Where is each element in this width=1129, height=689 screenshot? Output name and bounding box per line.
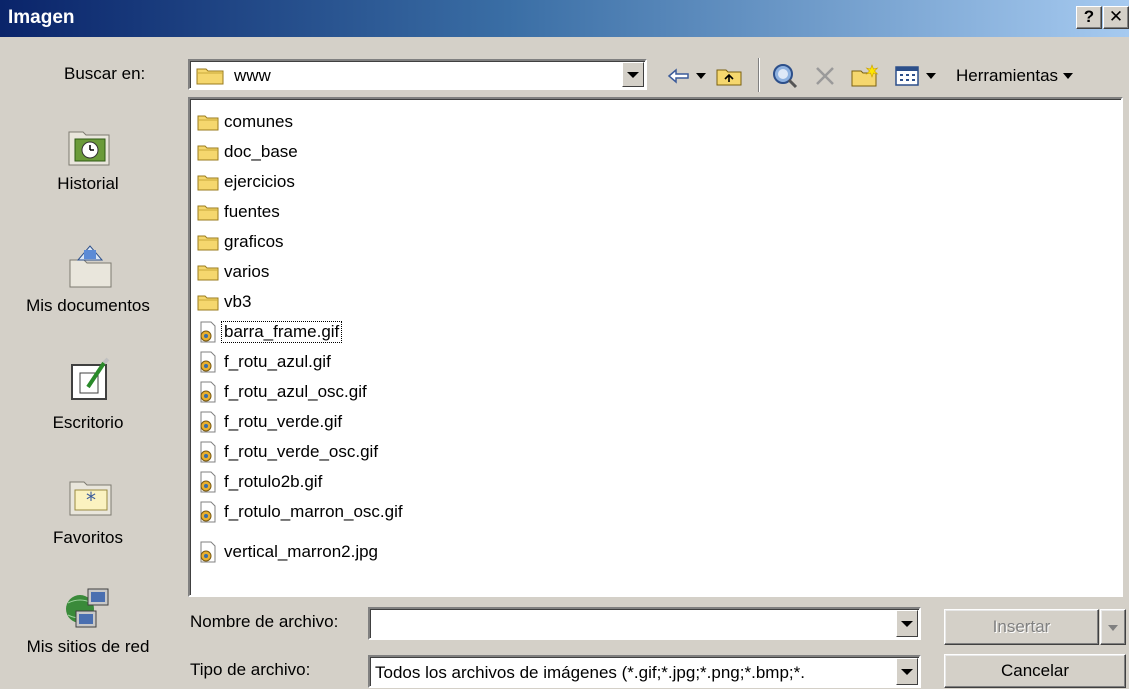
image-file-icon (197, 501, 219, 523)
list-item[interactable]: barra_frame.gif (197, 318, 343, 346)
desktop-icon (66, 355, 114, 410)
place-desktop[interactable]: Escritorio (4, 355, 172, 455)
place-network[interactable]: Mis sitios de red (4, 585, 172, 685)
folder-icon (197, 171, 219, 193)
folder-icon (197, 261, 219, 283)
image-file-icon (197, 411, 219, 433)
search-web-icon[interactable] (768, 60, 802, 92)
lookin-label: Buscar en: (64, 64, 146, 83)
list-item[interactable]: graficos (197, 228, 286, 256)
close-button[interactable]: ✕ (1103, 6, 1129, 29)
toolbar-separator (758, 58, 760, 92)
list-item[interactable]: vertical_marron2.jpg (197, 538, 380, 566)
file-list[interactable]: comunes doc_base ejercicios fuentes graf… (188, 97, 1123, 597)
views-icon[interactable] (890, 60, 924, 92)
folder-icon (197, 141, 219, 163)
place-my-documents-label: Mis documentos (26, 296, 150, 315)
list-item[interactable]: f_rotu_azul.gif (197, 348, 333, 376)
filename-dropdown-button[interactable] (896, 610, 918, 637)
svg-text:*: * (86, 488, 96, 512)
folder-icon (197, 291, 219, 313)
filetype-select[interactable]: Todos los archivos de imágenes (*.gif;*.… (368, 655, 921, 688)
lookin-combo[interactable]: www (188, 59, 647, 90)
folder-icon (197, 231, 219, 253)
back-icon[interactable] (662, 60, 696, 92)
list-item[interactable]: varios (197, 258, 271, 286)
views-dropdown-icon[interactable] (924, 60, 938, 92)
list-item[interactable]: comunes (197, 108, 295, 136)
list-item[interactable]: fuentes (197, 198, 282, 226)
up-folder-icon[interactable] (712, 60, 746, 92)
place-network-label: Mis sitios de red (26, 637, 150, 656)
back-dropdown-icon[interactable] (694, 60, 708, 92)
place-favorites[interactable]: * Favoritos (4, 470, 172, 570)
folder-icon (197, 201, 219, 223)
list-item[interactable]: f_rotu_azul_osc.gif (197, 378, 369, 406)
place-my-documents[interactable]: Mis documentos (4, 240, 172, 340)
place-favorites-label: Favoritos (53, 528, 123, 547)
tools-menu[interactable]: Herramientas (956, 60, 1091, 92)
filetype-dropdown-button[interactable] (896, 658, 918, 685)
list-item[interactable]: f_rotu_verde_osc.gif (197, 438, 380, 466)
list-item[interactable]: vb3 (197, 288, 253, 316)
folder-icon (196, 65, 224, 90)
image-file-icon (197, 351, 219, 373)
lookin-dropdown-button[interactable] (622, 62, 644, 87)
title-bar: Imagen ? ✕ (0, 0, 1129, 37)
insert-options-button[interactable] (1100, 609, 1126, 645)
filename-label: Nombre de archivo: (190, 612, 339, 631)
list-item[interactable]: doc_base (197, 138, 300, 166)
delete-icon[interactable] (808, 60, 842, 92)
folder-icon (197, 111, 219, 133)
place-history-label: Historial (57, 174, 119, 193)
list-item[interactable]: f_rotulo_marron_osc.gif (197, 498, 405, 526)
cancel-button[interactable]: Cancelar (944, 654, 1126, 688)
history-icon (66, 122, 112, 173)
new-folder-icon[interactable] (848, 60, 882, 92)
filetype-value: Todos los archivos de imágenes (*.gif;*.… (375, 663, 805, 682)
insert-button[interactable]: Insertar (944, 609, 1099, 645)
filetype-label: Tipo de archivo: (190, 660, 311, 679)
image-file-icon (197, 381, 219, 403)
favorites-icon: * (66, 470, 114, 525)
place-history[interactable]: Historial (4, 120, 172, 220)
window-title: Imagen (8, 7, 75, 28)
list-item[interactable]: ejercicios (197, 168, 297, 196)
network-places-icon (62, 585, 114, 638)
image-file-icon (197, 321, 219, 343)
list-item[interactable]: f_rotulo2b.gif (197, 468, 324, 496)
my-documents-icon (66, 240, 114, 295)
place-desktop-label: Escritorio (52, 413, 124, 432)
image-file-icon (197, 441, 219, 463)
tools-label: Herramientas (956, 66, 1059, 85)
image-file-icon (197, 471, 219, 493)
filename-input[interactable] (368, 607, 921, 640)
image-file-icon (197, 541, 219, 563)
list-item[interactable]: f_rotu_verde.gif (197, 408, 344, 436)
lookin-value: www (234, 66, 271, 85)
help-button[interactable]: ? (1076, 6, 1102, 29)
